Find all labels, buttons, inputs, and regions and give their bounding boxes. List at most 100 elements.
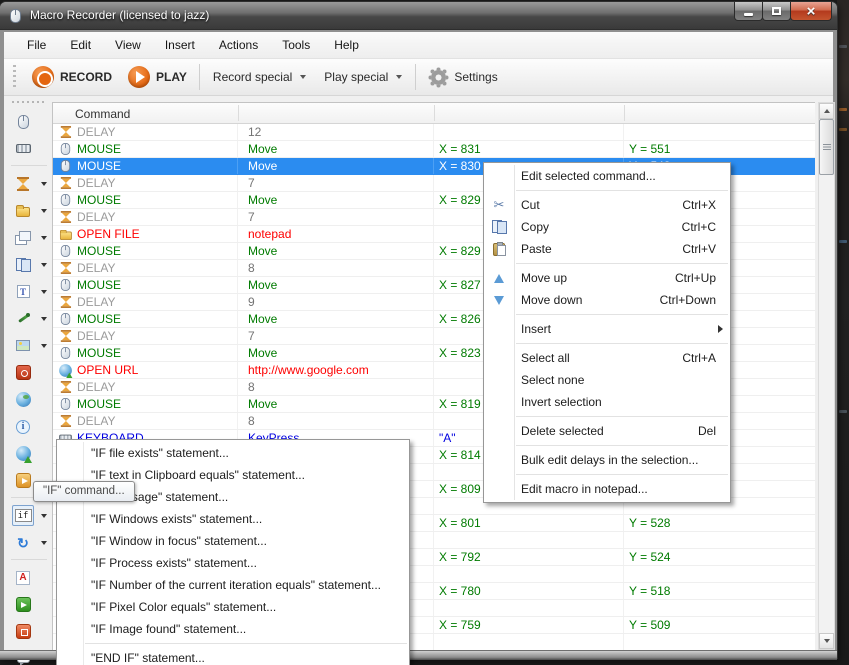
if-menu-item-if-file-exists-statement[interactable]: "IF file exists" statement...: [57, 442, 409, 464]
cell-x[interactable]: [434, 124, 624, 140]
play-button[interactable]: PLAY: [120, 62, 195, 92]
cell-command[interactable]: DELAY: [53, 379, 238, 395]
sidebar-grip[interactable]: [12, 100, 46, 104]
cell-value[interactable]: Move: [238, 311, 434, 327]
cell-value[interactable]: 7: [238, 175, 434, 191]
if-command-tool[interactable]: [6, 502, 52, 529]
web-command-tool[interactable]: [6, 386, 52, 413]
cell-command[interactable]: OPEN FILE: [53, 226, 238, 242]
cell-value[interactable]: Move: [238, 141, 434, 157]
cell-x[interactable]: [434, 600, 624, 616]
context-menu-item-move-down[interactable]: Move downCtrl+Down: [484, 289, 730, 311]
context-menu-item-invert-selection[interactable]: Invert selection: [484, 391, 730, 413]
column-divider[interactable]: [624, 105, 625, 121]
column-divider[interactable]: [434, 105, 435, 121]
context-menu-item-edit-macro-in-notepad[interactable]: Edit macro in notepad...: [484, 478, 730, 500]
toolbar-grip[interactable]: [13, 65, 16, 89]
menu-view[interactable]: View: [104, 34, 152, 56]
minimize-button[interactable]: [734, 2, 763, 21]
table-row[interactable]: DELAY12: [53, 124, 815, 141]
dropdown-arrow-icon[interactable]: [41, 344, 47, 348]
cell-x[interactable]: X = 792: [434, 549, 624, 565]
cell-y[interactable]: Y = 528: [624, 515, 815, 531]
cell-value[interactable]: 7: [238, 328, 434, 344]
text-capture-command-tool[interactable]: [6, 564, 52, 591]
record-button[interactable]: RECORD: [24, 62, 120, 92]
if-menu-item-if-process-exists-statement[interactable]: "IF Process exists" statement...: [57, 552, 409, 574]
if-menu-item-if-number-of-the-current-iteration-equals-statement[interactable]: "IF Number of the current iteration equa…: [57, 574, 409, 596]
cell-value[interactable]: 12: [238, 124, 434, 140]
open-url-command-tool[interactable]: [6, 440, 52, 467]
if-menu-item-end-if-statement[interactable]: "END IF" statement...: [57, 647, 409, 665]
cell-value[interactable]: Move: [238, 396, 434, 412]
goto-command-tool[interactable]: [6, 591, 52, 618]
cell-value[interactable]: 9: [238, 294, 434, 310]
cell-value[interactable]: notepad: [238, 226, 434, 242]
scrollbar-thumb[interactable]: [819, 119, 834, 175]
cell-y[interactable]: Y = 551: [624, 141, 815, 157]
menu-help[interactable]: Help: [323, 34, 370, 56]
cell-command[interactable]: MOUSE: [53, 311, 238, 327]
context-menu-item-cut[interactable]: ✂CutCtrl+X: [484, 194, 730, 216]
table-header[interactable]: Command: [53, 103, 815, 124]
table-row[interactable]: MOUSEMoveX = 831Y = 551: [53, 141, 815, 158]
cell-command[interactable]: MOUSE: [53, 396, 238, 412]
if-menu-item-if-windows-exists-statement[interactable]: "IF Windows exists" statement...: [57, 508, 409, 530]
titlebar[interactable]: Macro Recorder (licensed to jazz) ×: [0, 2, 837, 30]
context-menu-item-select-none[interactable]: Select none: [484, 369, 730, 391]
dropdown-arrow-icon[interactable]: [41, 514, 47, 518]
cell-y[interactable]: [624, 600, 815, 616]
cell-command[interactable]: DELAY: [53, 328, 238, 344]
cell-value[interactable]: http://www.google.com: [238, 362, 434, 378]
context-menu-item-bulk-edit-delays-in-the-selection[interactable]: Bulk edit delays in the selection...: [484, 449, 730, 471]
cell-value[interactable]: 7: [238, 209, 434, 225]
cell-value[interactable]: Move: [238, 345, 434, 361]
if-menu-item-if-pixel-color-equals-statement[interactable]: "IF Pixel Color equals" statement...: [57, 596, 409, 618]
play-special-dropdown[interactable]: Play special: [315, 66, 411, 88]
message-command-tool[interactable]: [6, 413, 52, 440]
cell-value[interactable]: 8: [238, 413, 434, 429]
if-menu-item-if-window-in-focus-statement[interactable]: "IF Window in focus" statement...: [57, 530, 409, 552]
cell-value[interactable]: Move: [238, 243, 434, 259]
scroll-down-button[interactable]: [819, 633, 834, 649]
cell-command[interactable]: MOUSE: [53, 192, 238, 208]
cell-value[interactable]: Move: [238, 192, 434, 208]
command-column-header[interactable]: Command: [75, 107, 130, 121]
menu-actions[interactable]: Actions: [208, 34, 269, 56]
repeat-command-tool[interactable]: [6, 529, 52, 556]
cell-x[interactable]: X = 831: [434, 141, 624, 157]
menu-edit[interactable]: Edit: [59, 34, 102, 56]
dropdown-arrow-icon[interactable]: [41, 263, 47, 267]
pixel-color-command-tool[interactable]: [6, 305, 52, 332]
shutdown-command-tool[interactable]: [6, 359, 52, 386]
keyboard-command-tool[interactable]: [6, 135, 52, 162]
dropdown-arrow-icon[interactable]: [41, 317, 47, 321]
menu-file[interactable]: File: [16, 34, 57, 56]
cell-x[interactable]: [434, 566, 624, 582]
cell-command[interactable]: DELAY: [53, 294, 238, 310]
dropdown-arrow-icon[interactable]: [41, 236, 47, 240]
settings-button[interactable]: Settings: [420, 66, 506, 89]
cell-x[interactable]: [434, 634, 624, 650]
cell-value[interactable]: Move: [238, 277, 434, 293]
delay-command-tool[interactable]: [6, 170, 52, 197]
clipboard-command-tool[interactable]: [6, 251, 52, 278]
cell-x[interactable]: X = 759: [434, 617, 624, 633]
vertical-scrollbar[interactable]: [818, 102, 835, 650]
menu-tools[interactable]: Tools: [271, 34, 321, 56]
close-button[interactable]: ×: [790, 2, 832, 21]
context-menu-item-copy[interactable]: CopyCtrl+C: [484, 216, 730, 238]
cell-x[interactable]: X = 780: [434, 583, 624, 599]
cell-value[interactable]: 8: [238, 379, 434, 395]
stop-command-tool[interactable]: [6, 618, 52, 645]
scroll-up-button[interactable]: [819, 103, 834, 119]
context-menu-item-move-up[interactable]: Move upCtrl+Up: [484, 267, 730, 289]
if-menu-item-if-image-found-statement[interactable]: "IF Image found" statement...: [57, 618, 409, 640]
record-special-dropdown[interactable]: Record special: [204, 66, 315, 88]
cell-command[interactable]: OPEN URL: [53, 362, 238, 378]
dropdown-arrow-icon[interactable]: [41, 541, 47, 545]
cell-x[interactable]: X = 801: [434, 515, 624, 531]
open-file-command-tool[interactable]: [6, 197, 52, 224]
context-menu-item-insert[interactable]: Insert: [484, 318, 730, 340]
cell-y[interactable]: [624, 566, 815, 582]
